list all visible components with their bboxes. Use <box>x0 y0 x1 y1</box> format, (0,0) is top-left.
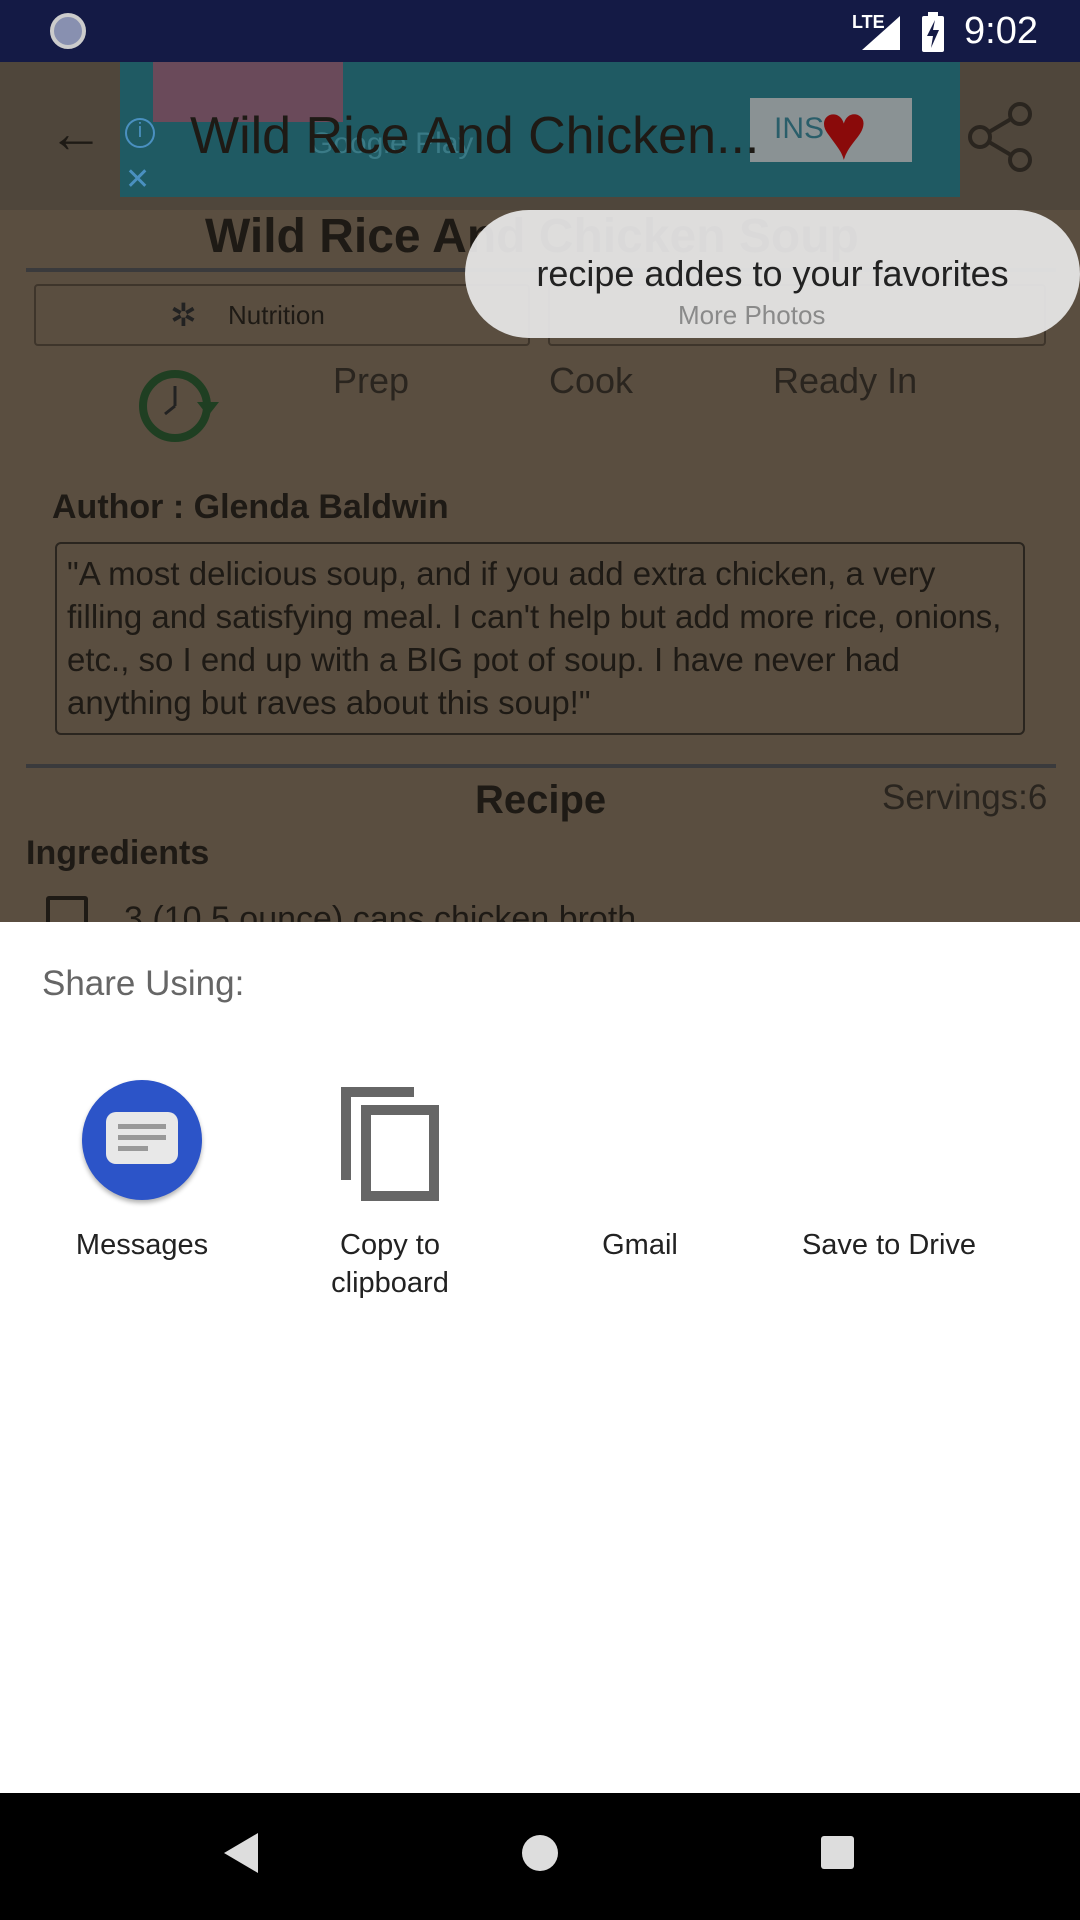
divider <box>26 764 1056 768</box>
recipe-screen-dimmed: INS Google Play i ✕ ♥ ← Wild Rice And Ch… <box>0 62 1080 922</box>
nutrition-icon: ✲ <box>170 297 197 333</box>
recipe-section-title: Recipe <box>475 778 607 822</box>
ingredient-checkbox[interactable] <box>46 896 88 922</box>
recents-nav-icon[interactable] <box>821 1836 854 1869</box>
home-nav-icon[interactable] <box>522 1835 558 1871</box>
tab-label: More Photos <box>678 300 826 330</box>
share-sheet-title: Share Using: <box>42 964 245 1003</box>
prep-label: Prep <box>333 360 410 401</box>
ingredients-label: Ingredients <box>26 834 210 872</box>
cook-label: Cook <box>549 360 634 401</box>
clock-refresh-icon <box>139 370 219 442</box>
messages-icon <box>82 1080 202 1200</box>
share-icon[interactable] <box>968 102 1034 172</box>
battery-charging-icon <box>922 12 944 52</box>
navigation-bar <box>0 1793 1080 1920</box>
ready-in-label: Ready In <box>773 360 918 401</box>
signal-icon <box>862 16 900 50</box>
status-bar: LTE 9:02 <box>0 0 1080 62</box>
option-label: Copy to clipboard <box>331 1229 449 1299</box>
share-sheet: Share Using: Messages Copy to clipboard … <box>0 922 1080 1793</box>
servings: Servings:6 <box>882 778 1048 817</box>
description-box: "A most delicious soup, and if you add e… <box>55 542 1025 735</box>
ad-info-icon[interactable]: i <box>125 118 155 148</box>
sync-icon <box>50 13 86 49</box>
tab-nutrition[interactable]: ✲ Nutrition <box>34 284 530 346</box>
clock: 9:02 <box>964 10 1038 52</box>
copy-icon <box>341 1087 439 1201</box>
option-label: Gmail <box>602 1229 678 1261</box>
favorite-heart-icon[interactable]: ♥ <box>820 92 868 172</box>
tab-label: Nutrition <box>228 300 325 330</box>
ingredient-item: 3 (10.5 ounce) cans chicken broth <box>124 900 637 922</box>
back-arrow-icon[interactable]: ← <box>48 100 104 165</box>
option-label: Messages <box>75 1229 209 1261</box>
author: Author : Glenda Baldwin <box>52 488 449 526</box>
ad-close-icon[interactable]: ✕ <box>125 162 150 197</box>
back-nav-icon[interactable] <box>224 1833 258 1873</box>
toolbar-title: Wild Rice And Chicken... <box>190 107 760 165</box>
option-label: Save to Drive <box>801 1229 977 1261</box>
